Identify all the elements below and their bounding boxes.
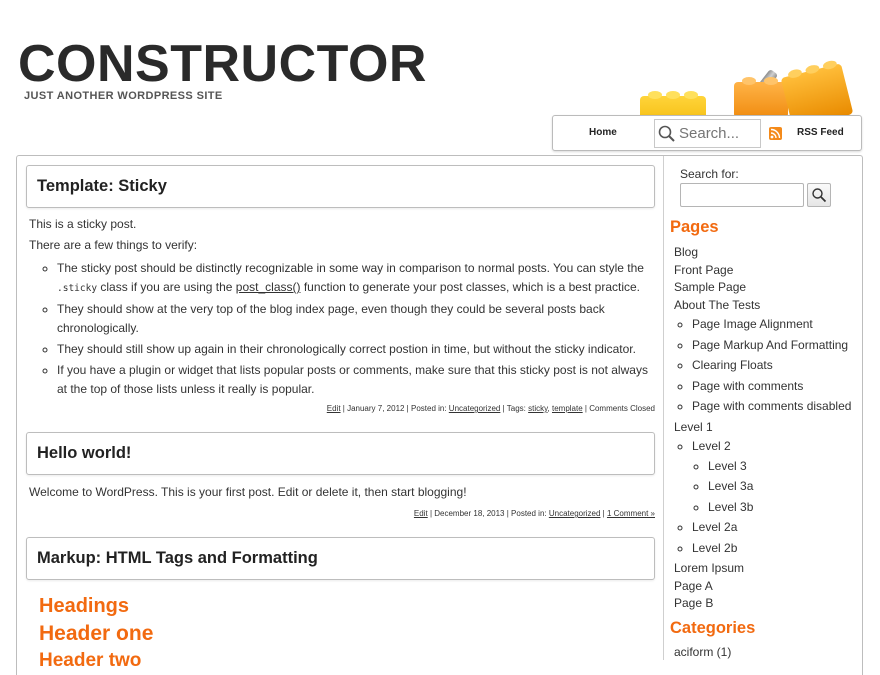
post-meta: Edit | January 7, 2012 | Posted in: Unca… [326,404,655,413]
tag-link[interactable]: sticky [528,404,547,413]
list-item: About The Tests Page Image Alignment Pag… [674,297,851,416]
nav-home-link[interactable]: Home [589,127,617,138]
post-bullet-list: The sticky post should be distinctly rec… [29,259,657,399]
list-item: Clearing Floats [692,357,851,375]
list-item: If you have a plugin or widget that list… [57,361,657,399]
category-link-aciform[interactable]: aciform (1) [674,645,731,659]
list-item: Page with comments [692,378,851,396]
page-link-sample[interactable]: Sample Page [674,280,746,294]
heading-sample: Headings [39,595,130,617]
post-paragraph: There are a few things to verify: [29,238,198,252]
post-title-box: Template: Sticky [26,165,655,208]
list-item: Sample Page [674,279,851,297]
sub-page-list: Level 3 Level 3a Level 3b [692,458,851,517]
list-item: Page A [674,578,851,596]
list-item: Level 2 Level 3 Level 3a Level 3b [692,438,851,516]
post-meta: Edit | December 18, 2013 | Posted in: Un… [413,509,655,518]
post-title[interactable]: Hello world! [27,433,654,474]
site-description: JUST ANOTHER WORDPRESS SITE [24,90,223,102]
page-link-lorem[interactable]: Lorem Ipsum [674,561,744,575]
list-item: Page Image Alignment [692,316,851,334]
list-item: Blog [674,244,851,262]
category-link[interactable]: Uncategorized [449,404,501,413]
post-content: Welcome to WordPress. This is your first… [29,483,657,504]
sidebar-divider [663,156,664,660]
page-link-level2[interactable]: Level 2 [692,439,731,453]
post-title-box: Hello world! [26,432,655,475]
list-item: Page B [674,595,851,613]
sub-page-list: Page Image Alignment Page Markup And For… [674,316,851,416]
list-item: Level 3 [708,458,851,476]
nav-search-box[interactable] [654,119,761,148]
list-item: Lorem Ipsum [674,560,851,578]
heading-sample: Header one [39,622,154,645]
top-navigation: Home RSS Feed [552,115,862,151]
page-link-about[interactable]: About The Tests [674,298,760,312]
list-item: Level 3a [708,478,851,496]
edit-link[interactable]: Edit [327,404,341,413]
comments-link[interactable]: 1 Comment » [607,509,655,518]
post-title-box: Markup: HTML Tags and Formatting [26,537,655,580]
page-link-level1[interactable]: Level 1 [674,420,713,434]
tag-link[interactable]: template [552,404,583,413]
post-title[interactable]: Markup: HTML Tags and Formatting [27,538,654,579]
post-class-link[interactable]: post_class() [236,280,301,294]
post-content: This is a sticky post. There are a few t… [29,215,657,401]
list-item: Level 2a [692,519,851,537]
page-link-page-b[interactable]: Page B [674,596,713,610]
page-link-level3b[interactable]: Level 3b [708,500,753,514]
page-link[interactable]: Page with comments [692,379,803,393]
nav-rss-link[interactable]: RSS Feed [797,127,844,138]
page-link-level3a[interactable]: Level 3a [708,479,753,493]
category-link[interactable]: Uncategorized [549,509,601,518]
list-item: They should show at the very top of the … [57,300,657,338]
pages-list: Blog Front Page Sample Page About The Te… [674,244,851,613]
heading-sample: Header two [39,650,142,671]
inline-code: .sticky [57,283,98,294]
category-item: aciform (1) [674,645,731,659]
list-item: Level 2b [692,540,851,558]
list-item: Page Markup And Formatting [692,337,851,355]
page-link-level2a[interactable]: Level 2a [692,520,737,534]
nav-search-input[interactable] [677,125,757,142]
post-title[interactable]: Template: Sticky [27,166,654,207]
page-link-level3[interactable]: Level 3 [708,459,747,473]
list-item: Level 1 Level 2 Level 3 Level 3a Level 3… [674,419,851,558]
page-link-front[interactable]: Front Page [674,263,733,277]
page-link-page-a[interactable]: Page A [674,579,713,593]
list-item: Front Page [674,262,851,280]
categories-widget-title: Categories [670,619,756,637]
list-item: Page with comments disabled [692,398,851,416]
list-item: They should still show up again in their… [57,340,657,359]
page-link[interactable]: Clearing Floats [692,358,773,372]
sidebar-search-label: Search for: [680,167,739,181]
search-icon [812,188,827,203]
list-item: The sticky post should be distinctly rec… [57,259,657,298]
edit-link[interactable]: Edit [414,509,428,518]
list-item: Level 3b [708,499,851,517]
page-link[interactable]: Page Markup And Formatting [692,338,848,352]
sidebar-search-input[interactable] [680,183,804,207]
lego-brick-decoration [734,77,788,118]
page-link[interactable]: Page Image Alignment [692,317,813,331]
pages-widget-title: Pages [670,218,719,236]
page-link-blog[interactable]: Blog [674,245,698,259]
post-paragraph: This is a sticky post. [29,217,137,231]
sub-page-list: Level 2 Level 3 Level 3a Level 3b Level … [674,438,851,557]
page-link[interactable]: Page with comments disabled [692,399,851,413]
rss-icon[interactable] [769,127,782,140]
page-link-level2b[interactable]: Level 2b [692,541,737,555]
search-icon [658,125,675,142]
site-title[interactable]: CONSTRUCTOR [18,34,427,94]
sidebar-search-button[interactable] [807,183,831,207]
post-paragraph: Welcome to WordPress. This is your first… [29,485,467,499]
